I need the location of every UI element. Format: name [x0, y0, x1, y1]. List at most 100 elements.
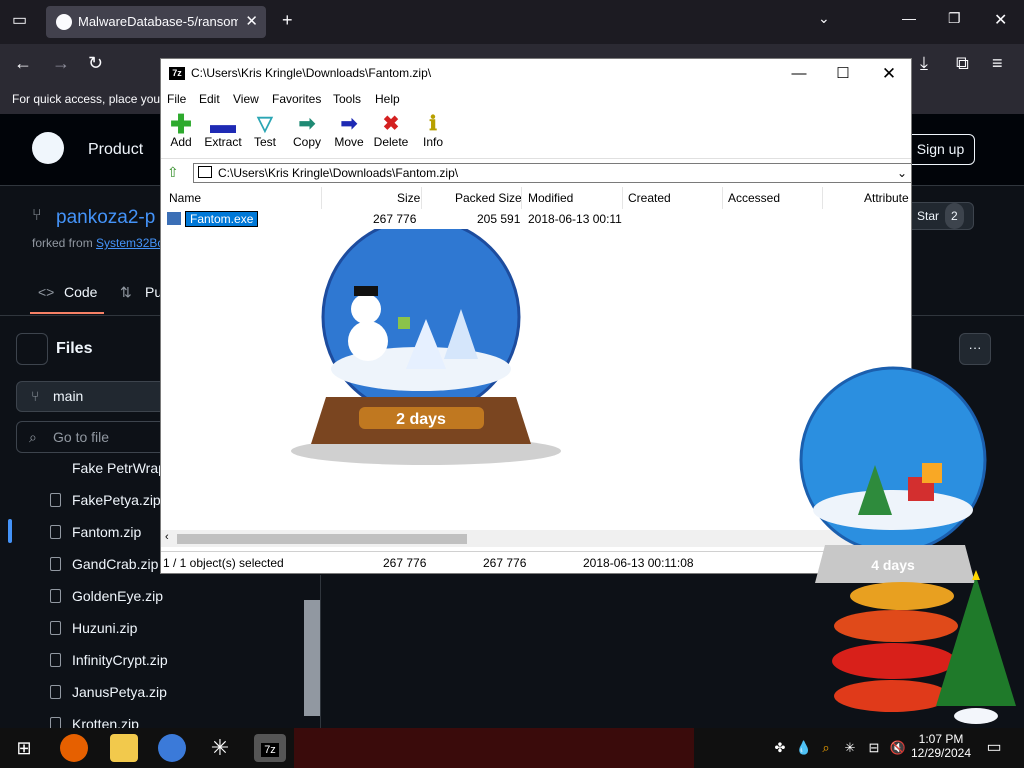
col-packed-size[interactable]: Packed Size: [455, 191, 522, 205]
system-clock[interactable]: 1:07 PM 12/29/2024: [910, 732, 972, 760]
file-row-packed: 205 591: [477, 212, 521, 226]
app-icon[interactable]: [158, 734, 186, 762]
file-explorer-icon[interactable]: [110, 734, 138, 762]
col-size[interactable]: Size: [397, 191, 420, 205]
github-logo-icon[interactable]: [32, 132, 64, 164]
restore-icon[interactable]: ❐: [948, 10, 961, 27]
signup-button[interactable]: Sign up: [906, 134, 975, 165]
col-divider: [521, 187, 522, 209]
christmas-tree-decoration: [832, 570, 1016, 724]
start-windows-icon[interactable]: ⊞: [10, 734, 38, 762]
notifications-icon[interactable]: ▭: [980, 734, 1008, 762]
forward-icon[interactable]: →: [52, 53, 70, 74]
menu-favorites[interactable]: Favorites: [272, 92, 321, 106]
col-attributes[interactable]: Attribute: [864, 191, 909, 205]
file-item[interactable]: JanusPetya.zip: [72, 684, 167, 700]
list-tabs-icon[interactable]: ⌄: [818, 10, 830, 27]
snowman-body: [348, 321, 388, 361]
sevenzip-titlebar[interactable]: 7z C:\Users\Kris Kringle\Downloads\Fanto…: [161, 59, 911, 89]
info-icon: ℹ: [429, 113, 437, 135]
add-button[interactable]: ✚ Add: [159, 111, 203, 149]
scrollbar-thumb[interactable]: [177, 534, 467, 544]
copy-label: Copy: [292, 135, 321, 149]
browser-tab-bar: ▭ MalwareDatabase-5/ransomwa ✕ + ⌄ — ❐ ✕: [0, 0, 1024, 44]
sidebar-divider: [320, 575, 321, 728]
copy-button[interactable]: ➡ Copy: [285, 113, 329, 149]
file-item[interactable]: Huzuni.zip: [72, 620, 137, 636]
taskbar-background-art: [294, 728, 694, 768]
maximize-icon[interactable]: ☐: [821, 63, 865, 85]
menu-edit[interactable]: Edit: [199, 92, 220, 106]
more-options-button[interactable]: ···: [959, 333, 991, 365]
extract-icon: ▬: [210, 109, 236, 139]
tab-close-icon[interactable]: ✕: [245, 12, 258, 30]
col-created[interactable]: Created: [628, 191, 671, 205]
folder-up-icon[interactable]: ⇧: [167, 164, 179, 181]
gift-box: [922, 463, 942, 483]
tab-title: MalwareDatabase-5/ransomwa: [78, 14, 238, 29]
move-label: Move: [334, 135, 364, 149]
star-label: Star: [917, 209, 940, 223]
file-row[interactable]: Fantom.exe 267 776 205 591 2018-06-13 00…: [165, 210, 907, 228]
tab-overview-icon[interactable]: ▭: [12, 10, 27, 30]
forked-from-link[interactable]: System32Bc: [96, 236, 163, 250]
file-item[interactable]: InfinityCrypt.zip: [72, 652, 168, 668]
branch-selector[interactable]: ⑂ main: [16, 381, 176, 412]
file-item[interactable]: GandCrab.zip: [72, 556, 158, 572]
browser-tab[interactable]: MalwareDatabase-5/ransomwa ✕: [46, 6, 266, 38]
info-button[interactable]: ℹ Info: [411, 113, 455, 149]
snowflake-app-icon[interactable]: ✳: [206, 734, 234, 762]
sidebar-scrollbar[interactable]: [304, 600, 320, 716]
file-item-active[interactable]: Fantom.zip: [72, 524, 141, 540]
address-bar[interactable]: C:\Users\Kris Kringle\Downloads\Fantom.z…: [193, 163, 912, 183]
col-modified[interactable]: Modified: [528, 191, 573, 205]
sevenzip-menubar: File Edit View Favorites Tools Help: [161, 89, 911, 109]
status-modified: 2018-06-13 00:11:08: [583, 556, 694, 570]
window-close-icon[interactable]: ✕: [994, 10, 1007, 30]
file-item[interactable]: Krotten.zip: [72, 716, 139, 728]
test-button[interactable]: ▽ Test: [243, 113, 287, 149]
go-to-file-input[interactable]: ⌕ Go to file: [16, 421, 176, 453]
info-label: Info: [422, 135, 443, 149]
minimize-icon[interactable]: —: [777, 63, 821, 85]
extensions-icon[interactable]: ⧉: [956, 53, 969, 74]
test-icon: ▽: [257, 113, 273, 135]
menu-help[interactable]: Help: [375, 92, 400, 106]
menu-icon[interactable]: ≡: [992, 53, 1003, 74]
branch-icon: ⑂: [31, 388, 40, 404]
sevenzip-taskbar-icon[interactable]: 7z: [254, 734, 286, 762]
star-button[interactable]: Star 2: [906, 202, 974, 230]
product-menu[interactable]: Product: [88, 141, 143, 159]
extract-label: Extract: [204, 135, 242, 149]
new-tab-button[interactable]: +: [282, 10, 293, 31]
column-header: Name Size Packed Size Modified Created A…: [161, 187, 911, 209]
address-dropdown-icon[interactable]: ⌄: [897, 164, 907, 182]
firefox-icon[interactable]: [60, 734, 88, 762]
file-row-name[interactable]: Fantom.exe: [185, 211, 259, 227]
menu-tools[interactable]: Tools: [333, 92, 361, 106]
snowman-hat: [354, 286, 378, 296]
menu-file[interactable]: File: [167, 92, 186, 106]
sidebar-toggle-icon[interactable]: [16, 333, 48, 365]
extract-button[interactable]: ▬ Extract: [201, 109, 245, 149]
delete-button[interactable]: ✖ Delete: [369, 113, 413, 149]
close-icon[interactable]: ✕: [867, 63, 911, 85]
file-item[interactable]: Fake PetrWrap: [72, 460, 166, 476]
file-item[interactable]: FakePetya.zip: [72, 492, 161, 508]
spiral-ring: [834, 610, 958, 642]
reload-icon[interactable]: ↻: [88, 53, 103, 74]
tab-code[interactable]: Code: [64, 284, 97, 300]
file-item[interactable]: GoldenEye.zip: [72, 588, 163, 604]
volume-muted-icon[interactable]: 🔇: [884, 734, 912, 762]
col-accessed[interactable]: Accessed: [728, 191, 780, 205]
minimize-icon[interactable]: —: [902, 10, 916, 26]
menu-view[interactable]: View: [233, 92, 259, 106]
repo-name-link[interactable]: pankoza2-p: [56, 207, 155, 229]
delete-icon: ✖: [382, 113, 400, 135]
downloads-icon[interactable]: ⤓: [920, 53, 928, 74]
back-icon[interactable]: ←: [14, 53, 32, 74]
col-name[interactable]: Name: [169, 191, 201, 205]
scroll-left-icon[interactable]: ‹: [165, 531, 169, 543]
file-icon: [50, 525, 61, 539]
move-button[interactable]: ➡ Move: [327, 113, 371, 149]
